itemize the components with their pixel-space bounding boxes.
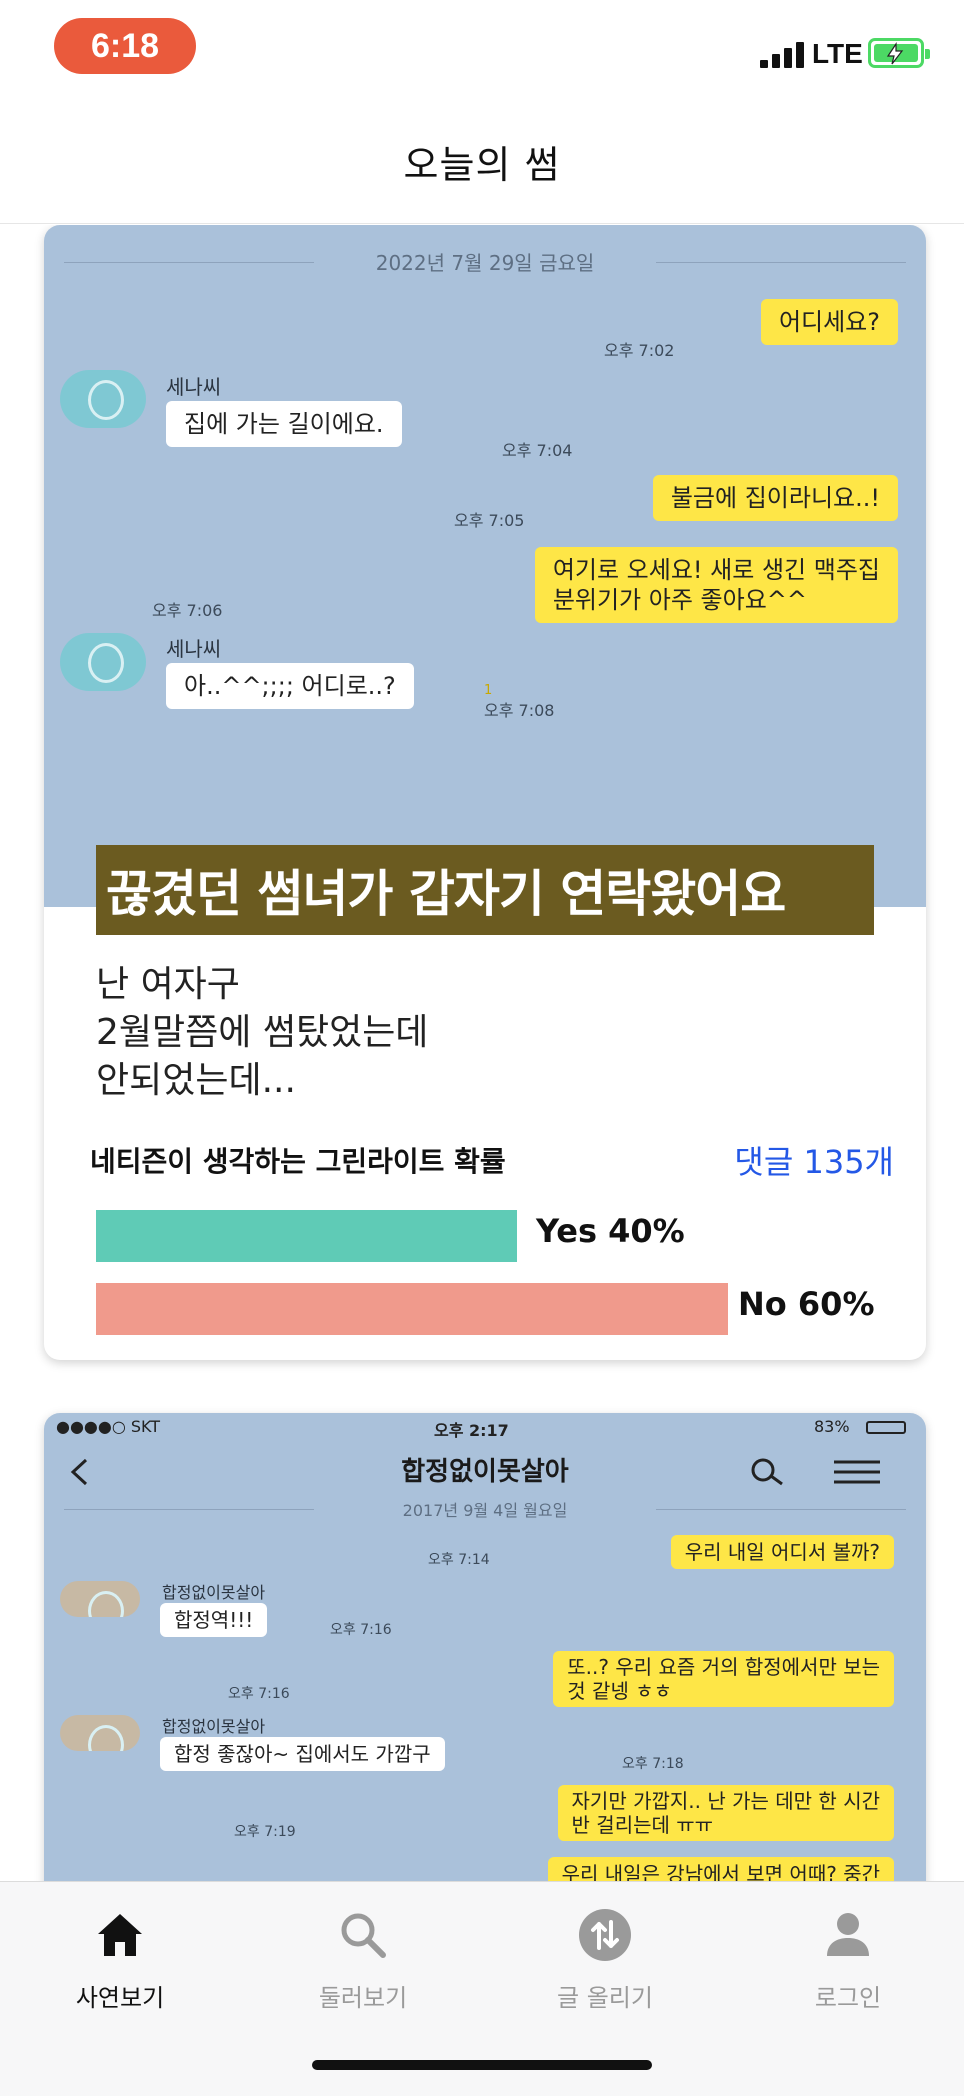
- chat-bubble-sent: 우리 내일 어디서 볼까?: [670, 1535, 894, 1569]
- chat-bubble-received: 합정 좋잖아~ 집에서도 가깝구: [160, 1737, 445, 1771]
- chat-bubble-sent: 우리 내일은 강남에서 보면 어때? 중간: [547, 1857, 894, 1881]
- chat-time: 오후 7:19: [234, 1824, 296, 1840]
- chat-time: 오후 7:06: [152, 601, 223, 620]
- comments-link[interactable]: 댓글 135개: [734, 1137, 894, 1183]
- home-indicator: [312, 2060, 652, 2070]
- excerpt-line: 2월말쯤에 썸탔었는데: [96, 1012, 429, 1053]
- story-card[interactable]: 2022년 7월 29일 금요일 어디세요? 오후 7:02 세나씨 집에 가는…: [44, 225, 926, 1360]
- search-icon: [283, 1900, 443, 1970]
- story-excerpt: 난 여자구 2월말쯤에 썸탔었는데 안되었는데...: [96, 961, 428, 1105]
- tab-login[interactable]: 로그인: [768, 1900, 928, 2013]
- battery-icon: [868, 38, 930, 68]
- chat-date: 2017년 9월 4일 월요일: [64, 1497, 906, 1521]
- status-bar: 6:18 LTE: [0, 0, 964, 100]
- avatar: [60, 633, 146, 691]
- person-icon: [768, 1900, 928, 1970]
- chat-date: 2022년 7월 29일 금요일: [64, 247, 906, 276]
- yes-bar: [96, 1210, 517, 1262]
- chat-sender: 세나씨: [166, 375, 222, 399]
- excerpt-line: 안되었는데...: [96, 1060, 296, 1101]
- network-type: LTE: [812, 38, 863, 69]
- chat-time: 오후 7:08: [484, 701, 555, 720]
- unread-count: 1: [484, 683, 493, 698]
- chat-sender: 합정없이못살아: [162, 1717, 266, 1736]
- chat-sender: 합정없이못살아: [162, 1583, 266, 1602]
- mini-time: 오후 2:17: [434, 1421, 509, 1440]
- mini-nav-bar: 합정없이못살아: [44, 1441, 926, 1503]
- chat-bubble-received: 집에 가는 길이에요.: [166, 401, 402, 447]
- mini-carrier: ●●●●○ SKT: [56, 1417, 161, 1436]
- probability-label: 네티즌이 생각하는 그린라이트 확률: [90, 1145, 506, 1178]
- mini-status-bar: ●●●●○ SKT 오후 2:17 83%: [44, 1413, 926, 1441]
- chat-screenshot: ●●●●○ SKT 오후 2:17 83% 합정없이못살아 2017년 9월 4…: [44, 1413, 926, 1881]
- chat-bubble-sent: 불금에 집이라니요..!: [652, 475, 898, 521]
- chat-time: 오후 7:16: [228, 1686, 290, 1702]
- chat-bubble-sent: 또..? 우리 요즘 거의 합정에서만 보는 것 같넹 ㅎㅎ: [553, 1651, 894, 1707]
- chat-time: 오후 7:18: [622, 1756, 684, 1772]
- no-bar: [96, 1283, 728, 1335]
- chat-time: 오후 7:04: [502, 441, 573, 460]
- yes-label: Yes 40%: [536, 1212, 685, 1250]
- menu-icon: [834, 1460, 880, 1484]
- tab-write[interactable]: 글 올리기: [525, 1900, 685, 2013]
- tab-stories[interactable]: 사연보기: [40, 1900, 200, 2013]
- excerpt-line: 난 여자구: [96, 964, 240, 1005]
- chat-time: 오후 7:16: [330, 1622, 392, 1638]
- tab-label: 글 올리기: [557, 1984, 653, 2012]
- chat-sender: 세나씨: [166, 637, 222, 661]
- chat-room-title: 합정없이못살아: [401, 1457, 569, 1487]
- upload-icon: [525, 1900, 685, 1970]
- story-feed[interactable]: 2022년 7월 29일 금요일 어디세요? 오후 7:02 세나씨 집에 가는…: [0, 225, 964, 1881]
- story-headline[interactable]: 끊겼던 썸녀가 갑자기 연락왔어요: [96, 845, 874, 935]
- chat-time: 오후 7:14: [428, 1552, 490, 1568]
- story-card[interactable]: ●●●●○ SKT 오후 2:17 83% 합정없이못살아 2017년 9월 4…: [44, 1413, 926, 1881]
- tab-browse[interactable]: 둘러보기: [283, 1900, 443, 2013]
- tab-label: 둘러보기: [318, 1984, 408, 2012]
- chat-bubble-sent: 어디세요?: [760, 299, 898, 345]
- chat-bubble-received: 합정역!!!: [160, 1603, 268, 1637]
- status-time: 6:18: [54, 18, 196, 74]
- signal-icon: [760, 40, 806, 68]
- app-header: 오늘의 썸: [0, 100, 964, 224]
- chat-bubble-sent: 여기로 오세요! 새로 생긴 맥주집 분위기가 아주 좋아요^^: [534, 547, 898, 623]
- chat-bubble-sent: 자기만 가깝지.. 난 가는 데만 한 시간 반 걸리는데 ㅠㅠ: [557, 1785, 894, 1841]
- avatar: [60, 370, 146, 428]
- page-title: 오늘의 썸: [403, 143, 561, 187]
- chat-bubble-received: 아..^^;;;; 어디로..?: [166, 663, 414, 709]
- chat-time: 오후 7:02: [604, 341, 675, 360]
- avatar: [60, 1581, 140, 1617]
- mini-battery: 83%: [814, 1417, 850, 1436]
- tab-label: 사연보기: [75, 1984, 165, 2012]
- chat-time: 오후 7:05: [454, 511, 525, 530]
- no-label: No 60%: [738, 1285, 875, 1323]
- battery-icon: [866, 1421, 906, 1434]
- search-icon: [751, 1458, 783, 1486]
- chat-screenshot: 2022년 7월 29일 금요일 어디세요? 오후 7:02 세나씨 집에 가는…: [44, 225, 926, 907]
- avatar: [60, 1715, 140, 1751]
- home-icon: [40, 1900, 200, 1970]
- tab-label: 로그인: [814, 1984, 882, 2012]
